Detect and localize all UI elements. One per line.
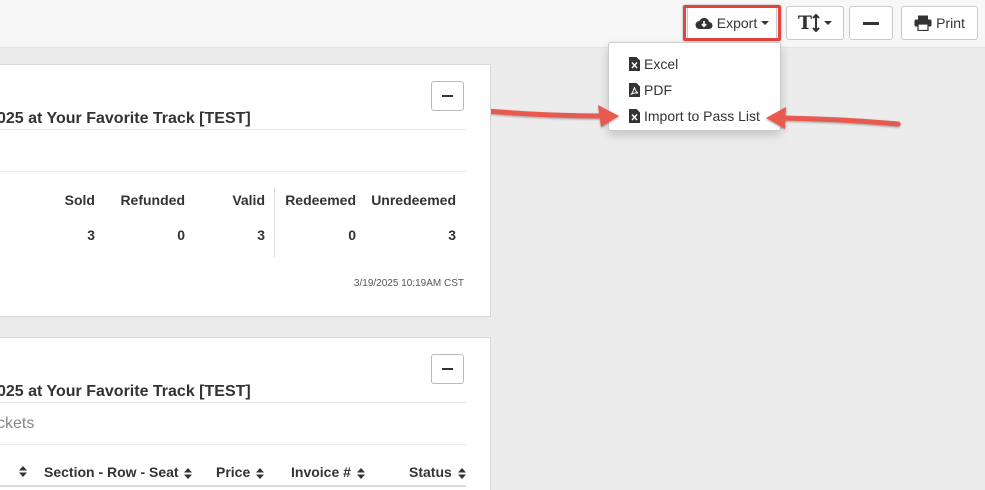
value-sold: 3 xyxy=(87,227,95,243)
panel-subtitle: ckets xyxy=(0,415,35,432)
file-excel-icon xyxy=(629,109,640,123)
column-header-status-label: Status xyxy=(409,464,452,480)
column-header-sold: Sold xyxy=(64,192,95,208)
collapse-panel-button[interactable] xyxy=(431,354,464,384)
column-header-valid: Valid xyxy=(232,192,265,208)
panel-title: 025 at Your Favorite Track [TEST] xyxy=(0,383,251,400)
export-highlight-box xyxy=(683,5,781,41)
value-redeemed: 0 xyxy=(348,227,356,243)
caret-down-icon xyxy=(824,21,833,25)
minus-icon xyxy=(863,21,879,25)
column-header-section-row-seat[interactable]: Section - Row - Seat xyxy=(44,464,193,480)
divider xyxy=(0,171,466,172)
menu-item-excel-label: Excel xyxy=(644,56,679,72)
file-excel-icon xyxy=(629,57,640,71)
minus-icon xyxy=(442,368,453,370)
menu-item-import-pass-list[interactable]: Import to Pass List xyxy=(609,103,780,129)
sort-icon xyxy=(184,467,193,479)
print-button[interactable]: Print xyxy=(901,6,978,40)
report-toolbar: Export T Print xyxy=(0,0,985,48)
font-size-button[interactable]: T xyxy=(786,6,844,40)
collapse-all-button[interactable] xyxy=(849,6,893,40)
font-size-label: T xyxy=(797,12,813,34)
column-header-price-label: Price xyxy=(216,464,251,480)
menu-item-pdf-label: PDF xyxy=(644,82,672,98)
text-height-icon xyxy=(812,14,820,32)
divider xyxy=(0,444,466,445)
column-header-invoice-label: Invoice # xyxy=(291,464,351,480)
right-arrow xyxy=(779,115,901,127)
print-button-label: Print xyxy=(936,15,965,31)
collapse-panel-button[interactable] xyxy=(431,81,464,111)
column-header-status[interactable]: Status xyxy=(409,464,466,480)
export-dropdown-menu: Excel PDF Import to Pass List xyxy=(608,42,781,131)
file-pdf-icon xyxy=(629,83,640,97)
sort-icon xyxy=(457,467,466,479)
column-header-redeemed: Redeemed xyxy=(285,192,356,208)
value-valid: 3 xyxy=(257,227,265,243)
value-unredeemed: 3 xyxy=(448,227,456,243)
divider xyxy=(0,129,466,130)
menu-item-excel[interactable]: Excel xyxy=(609,51,780,77)
sort-icon xyxy=(356,467,365,479)
panel-title: 025 at Your Favorite Track [TEST] xyxy=(0,110,251,127)
table-header-border xyxy=(0,485,466,487)
column-header-price[interactable]: Price xyxy=(216,464,265,480)
column-divider xyxy=(274,187,275,257)
left-arrow xyxy=(473,107,606,119)
column-header-section-row-seat-label: Section - Row - Seat xyxy=(44,464,179,480)
minus-icon xyxy=(442,95,453,97)
column-header-refunded: Refunded xyxy=(120,192,185,208)
value-refunded: 0 xyxy=(177,227,185,243)
menu-item-pdf[interactable]: PDF xyxy=(609,77,780,103)
menu-item-import-pass-list-label: Import to Pass List xyxy=(644,108,760,124)
sort-icon xyxy=(256,467,265,479)
column-header-invoice[interactable]: Invoice # xyxy=(291,464,365,480)
tickets-panel: 025 at Your Favorite Track [TEST] ckets … xyxy=(0,337,491,490)
column-header-unredeemed: Unredeemed xyxy=(371,192,456,208)
timestamp: 3/19/2025 10:19AM CST xyxy=(353,278,464,289)
sort-icon[interactable] xyxy=(19,466,27,477)
divider xyxy=(0,402,466,403)
summary-panel: 025 at Your Favorite Track [TEST] Sold R… xyxy=(0,64,491,317)
print-icon xyxy=(914,15,932,31)
